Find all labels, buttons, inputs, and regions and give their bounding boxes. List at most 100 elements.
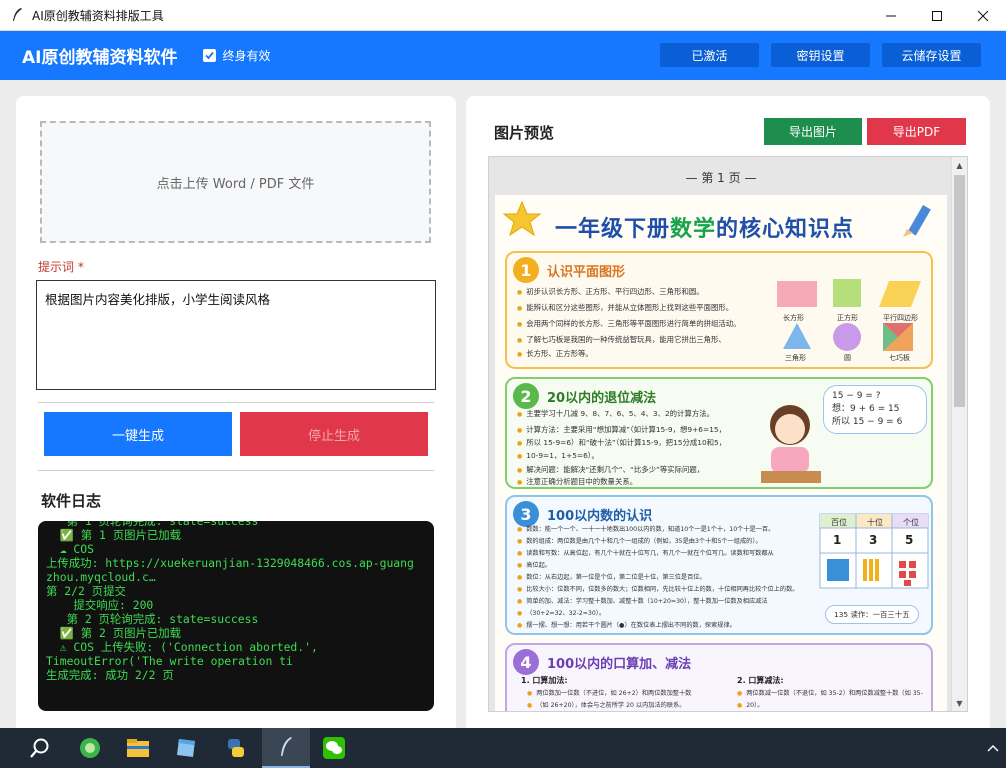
preview-title: 图片预览 — [494, 124, 555, 142]
place-header: 个位 — [903, 518, 919, 527]
image-preview-viewer[interactable]: — 第 1 页 — 一年级下册数学的核心知识点 1 认识平面图形 初步认识长方形… — [488, 156, 968, 712]
section-numbers-to-100: 3 100以内数的认识 数数：能一个一个、一十一十地数出100以内的数，知道10… — [505, 495, 933, 635]
stop-button[interactable]: 停止生成 — [240, 412, 428, 456]
preview-scrollbar[interactable]: ▲ ▼ — [951, 157, 967, 711]
subsection-title: 1. 口算加法: — [521, 676, 568, 685]
left-panel: 点击上传 Word / PDF 文件 提示词 * 根据图片内容美化排版，小学生阅… — [16, 96, 456, 736]
wechat-icon — [323, 737, 345, 759]
section-title: 20以内的退位减法 — [547, 391, 657, 406]
scroll-up-arrow-icon[interactable]: ▲ — [952, 157, 967, 173]
lifetime-checkbox[interactable]: 终身有效 — [203, 47, 271, 64]
worksheet-title: 一年级下册数学的核心知识点 — [555, 211, 854, 243]
log-line: ✅ 第 1 页图片已加载 — [46, 528, 182, 542]
page-label: — 第 1 页 — — [685, 171, 757, 185]
divider — [38, 402, 434, 403]
bullet-text: 主要学习十几减 9、8、7、6、5、4、3、2的计算方法。 — [517, 407, 714, 421]
scroll-down-arrow-icon[interactable]: ▼ — [952, 695, 967, 711]
title-bar: AI原创教辅资料排版工具 — [0, 0, 1006, 31]
taskbar-file-explorer[interactable] — [114, 728, 162, 768]
subsection-title: 2. 口算减法: — [737, 676, 784, 685]
bullet-text: （如 26+20），体会与之前所学 20 以内加法的联系。 — [527, 699, 685, 711]
divider — [38, 470, 434, 471]
section-subtraction: 2 20以内的退位减法 主要学习十几减 9、8、7、6、5、4、3、2的计算方法… — [505, 377, 933, 489]
close-button[interactable] — [960, 0, 1006, 31]
log-line: 第 1 页轮询完成: state=success — [46, 521, 259, 528]
shape-caption: 七巧板 — [889, 354, 910, 362]
feather-pen-icon — [281, 737, 292, 756]
bullet-text: 20）。 — [737, 699, 763, 711]
shape-caption: 平行四边形 — [883, 314, 918, 322]
shape-caption: 正方形 — [837, 314, 858, 322]
checkbox-checked-icon — [203, 49, 217, 62]
worksheet-title-prefix: 一年级下册 — [555, 217, 671, 242]
app-header: AI原创教辅资料软件 终身有效 已激活 密钥设置 云储存设置 — [0, 31, 1006, 80]
activated-button[interactable]: 已激活 — [660, 43, 759, 67]
bullet-text: 会用两个同样的长方形、三角形等平面图形进行简单的拼组活动。 — [517, 317, 740, 331]
prompt-label: 提示词 * — [38, 260, 84, 274]
export-pdf-button[interactable]: 导出PDF — [867, 118, 966, 145]
log-line: zhou.myqcloud.c… — [46, 570, 156, 584]
maximize-button[interactable] — [914, 0, 960, 31]
maximize-icon — [932, 10, 942, 21]
log-line: 第 2/2 页提交 — [46, 584, 126, 598]
place-value: 3 — [869, 533, 878, 547]
place-value: 1 — [833, 533, 842, 547]
lifetime-label: 终身有效 — [222, 49, 271, 63]
log-line: TimeoutError('The write operation ti — [46, 654, 293, 668]
minimize-button[interactable] — [868, 0, 914, 31]
search-button[interactable] — [16, 728, 64, 768]
taskbar-browser[interactable] — [66, 728, 114, 768]
right-panel: 图片预览 导出图片 导出PDF — 第 1 页 — 一年级下册数学的核心知识点 … — [466, 96, 990, 736]
cloud-storage-settings-button[interactable]: 云储存设置 — [882, 43, 981, 67]
log-line: 第 2 页轮询完成: state=success — [46, 612, 259, 626]
prompt-input[interactable]: 根据图片内容美化排版，小学生阅读风格 — [36, 280, 436, 390]
export-image-button[interactable]: 导出图片 — [764, 118, 862, 145]
taskbar-wechat[interactable] — [310, 728, 358, 768]
feather-pen-icon — [13, 8, 22, 21]
log-line: 提交响应: 200 — [46, 598, 154, 612]
chevron-up-icon — [987, 745, 999, 752]
file-upload-area[interactable]: 点击上传 Word / PDF 文件 — [40, 121, 431, 243]
bullet-text: 摆一摆、想一想：用若干个圆片（●）在数位表上摆出不同的数，探索规律。 — [517, 619, 736, 632]
taskbar — [0, 728, 1006, 768]
bullet-text: 读数和写数：从高位起，有几个十就在十位写几，有几个一就在个位写几。读数和写数都从 — [517, 547, 774, 560]
worksheet-image: 一年级下册数学的核心知识点 1 认识平面图形 初步认识长方形、正方形、平行四边形… — [495, 195, 947, 711]
bullet-text: 10-9=1，1+5=6）。 — [517, 449, 599, 463]
section-title: 100以内数的认识 — [547, 509, 653, 524]
read-as-bubble: 135 读作：一百三十五 — [825, 605, 919, 624]
log-console[interactable]: 第 1 页轮询完成: state=success ✅ 第 1 页图片已加载 ☁ … — [38, 521, 434, 711]
bubble-line: 所以 15 − 9 = 6 — [832, 417, 903, 427]
minimize-icon — [886, 15, 896, 16]
close-icon — [977, 10, 989, 21]
bullet-text: 能辨认和区分这些图形，并能从立体图形上找到这些平面图形。 — [517, 301, 733, 315]
section-title: 认识平面图形 — [547, 265, 626, 280]
taskbar-notes-app[interactable] — [162, 728, 210, 768]
window-title: AI原创教辅资料排版工具 — [32, 8, 164, 23]
place-header: 百位 — [831, 518, 847, 527]
bubble-line: 想：9 + 6 = 15 — [832, 404, 900, 414]
bullet-text: 了解七巧板是我国的一种传统益智玩具，能用它拼出三角形、 — [517, 333, 726, 347]
thought-bubble: 15 − 9 = ? 想：9 + 6 = 15 所以 15 − 9 = 6 — [823, 385, 927, 434]
bullet-text: 两位数减一位数（不退位，如 35-2）和两位数减整十数（如 35- — [737, 687, 923, 700]
section-number: 1 — [513, 257, 539, 283]
system-tray-chevron[interactable] — [980, 728, 1006, 768]
section-title: 100以内的口算加、减法 — [547, 657, 692, 672]
app-brand: AI原创教辅资料软件 — [22, 48, 178, 68]
generate-button[interactable]: 一键生成 — [44, 412, 232, 456]
taskbar-python[interactable] — [212, 728, 260, 768]
bullet-text: 注意正确分析题目中的数量关系。 — [517, 475, 637, 489]
shape-caption: 三角形 — [785, 354, 806, 362]
girl-illustration — [761, 405, 821, 483]
section-number: 2 — [513, 383, 539, 409]
taskbar-active-app[interactable] — [262, 728, 310, 768]
star-icon — [503, 201, 541, 237]
worksheet-title-highlight: 数学 — [670, 217, 717, 242]
python-icon — [228, 739, 244, 757]
section-plane-shapes: 1 认识平面图形 初步认识长方形、正方形、平行四边形、三角形和圆。 能辨认和区分… — [505, 251, 933, 369]
log-line: ⚠ COS 上传失败: ('Connection aborted.', — [46, 640, 318, 654]
search-icon — [30, 738, 49, 758]
folder-icon — [127, 739, 149, 757]
log-line: ☁ COS — [46, 542, 95, 556]
scroll-thumb[interactable] — [954, 175, 965, 407]
key-settings-button[interactable]: 密钥设置 — [771, 43, 870, 67]
